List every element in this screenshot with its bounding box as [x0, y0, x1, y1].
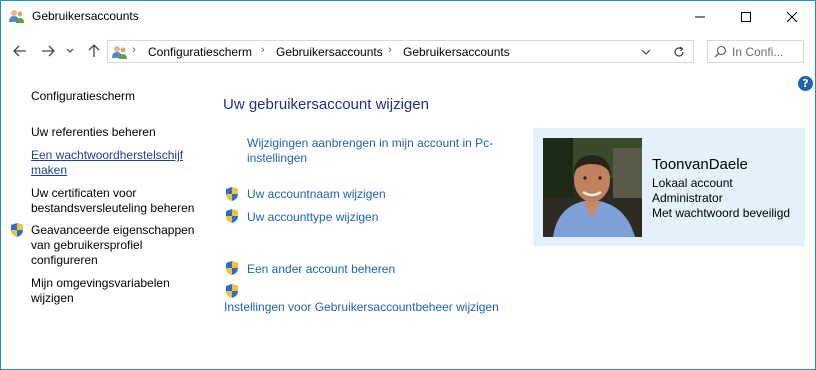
link-gebruikersaccountbeheer[interactable]: Instellingen voor Gebruikersaccountbehee… — [224, 300, 499, 315]
close-icon — [787, 11, 797, 22]
sidebar-item-certificaten[interactable]: Uw certificaten voor bestandsversleuteli… — [31, 186, 206, 216]
account-role: Administrator — [652, 191, 723, 205]
breadcrumb-item[interactable]: Gebruikersaccounts — [403, 45, 510, 59]
sidebar-item-configuratiescherm[interactable]: Configuratiescherm — [31, 89, 206, 104]
chevron-down-icon[interactable] — [638, 45, 654, 59]
help-icon: ? — [802, 77, 809, 90]
breadcrumb-item[interactable]: Configuratiescherm — [148, 45, 252, 59]
sidebar-item-wachtwoordherstelschijf[interactable]: Een wachtwoordherstelschijf maken — [31, 148, 191, 178]
user-accounts-icon — [9, 10, 24, 23]
window-title: Gebruikersaccounts — [32, 9, 139, 23]
refresh-icon — [673, 46, 684, 57]
maximize-button[interactable] — [723, 1, 769, 32]
search-box[interactable]: In Confi... — [707, 40, 804, 63]
arrow-up-icon — [88, 44, 100, 57]
sidebar-item-gebruikersprofiel[interactable]: Geavanceerde eigenschappen van gebruiker… — [31, 223, 206, 268]
link-accountnaam-wijzigen[interactable]: Uw accountnaam wijzigen — [247, 187, 386, 202]
chevron-down-icon — [66, 48, 74, 53]
sidebar-item-referenties[interactable]: Uw referenties beheren — [31, 125, 206, 140]
breadcrumb-separator-icon[interactable]: › — [261, 44, 265, 56]
shield-icon — [226, 209, 238, 223]
shield-icon — [226, 284, 238, 298]
minimize-icon — [695, 16, 705, 17]
page-title: Uw gebruikersaccount wijzigen — [223, 96, 429, 113]
breadcrumb-separator-icon[interactable]: › — [132, 44, 136, 56]
navigation-bar: › Configuratiescherm › Gebruikersaccount… — [1, 32, 815, 72]
up-button[interactable] — [83, 40, 105, 62]
recent-locations-button[interactable] — [63, 40, 77, 62]
minimize-button[interactable] — [677, 1, 723, 32]
refresh-button[interactable] — [664, 40, 694, 63]
arrow-right-icon — [42, 45, 55, 57]
breadcrumb-separator-icon[interactable]: › — [388, 44, 392, 56]
maximize-icon — [741, 11, 751, 22]
shield-icon — [226, 261, 238, 275]
shield-icon — [226, 187, 238, 201]
search-placeholder: In Confi... — [732, 45, 784, 59]
account-type: Lokaal account — [652, 176, 733, 190]
link-accounttype-wijzigen[interactable]: Uw accounttype wijzigen — [247, 210, 378, 225]
breadcrumb-item[interactable]: Gebruikersaccounts — [276, 45, 383, 59]
user-accounts-icon — [112, 46, 127, 59]
link-pc-instellingen[interactable]: Wijzigingen aanbrengen in mijn account i… — [247, 136, 517, 166]
sidebar-item-omgevingsvariabelen[interactable]: Mijn omgevingsvariabelen wijzigen — [31, 276, 191, 306]
search-icon — [714, 45, 727, 58]
forward-button[interactable] — [37, 40, 59, 62]
shield-icon — [11, 223, 23, 237]
account-name: ToonvanDaele — [652, 156, 748, 173]
close-button[interactable] — [769, 1, 815, 32]
account-panel: ToonvanDaele Lokaal account Administrato… — [533, 128, 805, 246]
address-bar[interactable]: › Configuratiescherm › Gebruikersaccount… — [107, 40, 694, 63]
help-button[interactable]: ? — [798, 76, 813, 91]
account-protection: Met wachtwoord beveiligd — [652, 206, 791, 220]
user-photo — [543, 138, 642, 237]
avatar — [543, 138, 642, 237]
link-ander-account-beheren[interactable]: Een ander account beheren — [247, 262, 395, 277]
title-bar[interactable]: Gebruikersaccounts — [1, 1, 815, 32]
window: Gebruikersaccounts › Configuratiescherm … — [0, 0, 816, 370]
arrow-left-icon — [13, 45, 26, 57]
back-button[interactable] — [9, 40, 31, 62]
